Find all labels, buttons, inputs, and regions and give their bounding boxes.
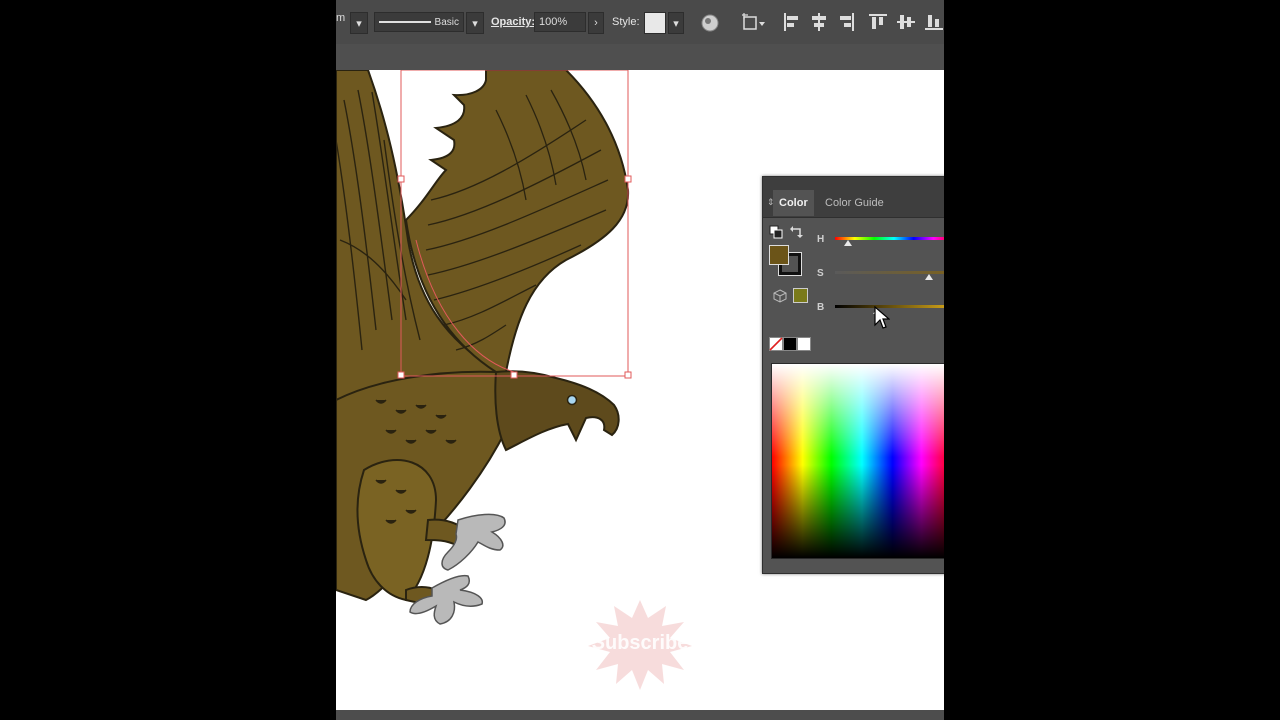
eagle-claw-lower [409, 574, 484, 625]
graphic-style-swatch[interactable] [644, 12, 666, 34]
white-swatch [797, 337, 811, 351]
opacity-label[interactable]: Opacity: [491, 16, 535, 28]
hue-slider-label: H [817, 234, 825, 245]
eagle-head [494, 370, 620, 452]
align-horizontal-center-icon[interactable] [810, 12, 828, 32]
swap-fill-stroke-icon[interactable] [789, 225, 803, 239]
align-right-icon[interactable] [838, 12, 856, 32]
tab-color-guide[interactable]: Color Guide [819, 190, 890, 216]
tab-color[interactable]: Color [773, 190, 814, 216]
control-bar: m ▾ Basic ▾ Opacity: 100% › Style: ▾ [336, 0, 944, 45]
style-label: Style: [612, 16, 640, 28]
brightness-slider-label: B [817, 302, 825, 313]
eagle-eye [566, 394, 578, 406]
illustrator-workspace: m ▾ Basic ▾ Opacity: 100% › Style: ▾ Sub… [336, 0, 944, 720]
color-spectrum[interactable] [771, 363, 944, 559]
black-swatch [783, 337, 797, 351]
saturation-slider-label: S [817, 268, 824, 279]
out-of-gamut-swatch[interactable] [793, 288, 808, 303]
transform-icon[interactable] [740, 11, 766, 33]
align-bottom-icon[interactable] [924, 12, 944, 32]
document-name-fragment: m [336, 12, 346, 24]
chevron-down-icon[interactable]: ▾ [466, 12, 484, 34]
chevron-down-icon[interactable]: ▾ [350, 12, 368, 34]
status-bar [336, 710, 944, 720]
color-panel: ⇕ Color Color Guide H S B [762, 176, 944, 574]
opacity-input[interactable]: 100% [534, 12, 586, 32]
align-top-icon[interactable] [868, 12, 888, 32]
document-tab-strip [336, 44, 944, 71]
saturation-slider-thumb[interactable] [925, 274, 934, 280]
default-fill-stroke-icon[interactable] [769, 225, 783, 239]
brush-label: Basic [434, 16, 459, 28]
align-left-icon[interactable] [782, 12, 800, 32]
hue-slider-thumb[interactable] [843, 240, 852, 246]
chevron-down-icon[interactable]: ▾ [668, 12, 684, 34]
stroke-line-preview [379, 21, 431, 23]
out-of-gamut-cube-icon[interactable] [773, 289, 787, 303]
quick-swatches [769, 337, 811, 351]
fill-color-chip [770, 246, 788, 264]
panel-tab-bar: ⇕ Color Color Guide [763, 177, 944, 218]
fill-swatch[interactable] [769, 245, 789, 265]
subscribe-text: Subscribe [591, 632, 689, 654]
chevron-right-icon[interactable]: › [588, 12, 604, 34]
mouse-cursor-icon [874, 306, 890, 329]
recolor-artwork-icon[interactable] [700, 13, 720, 33]
align-vertical-center-icon[interactable] [896, 12, 916, 32]
brush-definition-dropdown[interactable]: Basic [374, 12, 464, 32]
